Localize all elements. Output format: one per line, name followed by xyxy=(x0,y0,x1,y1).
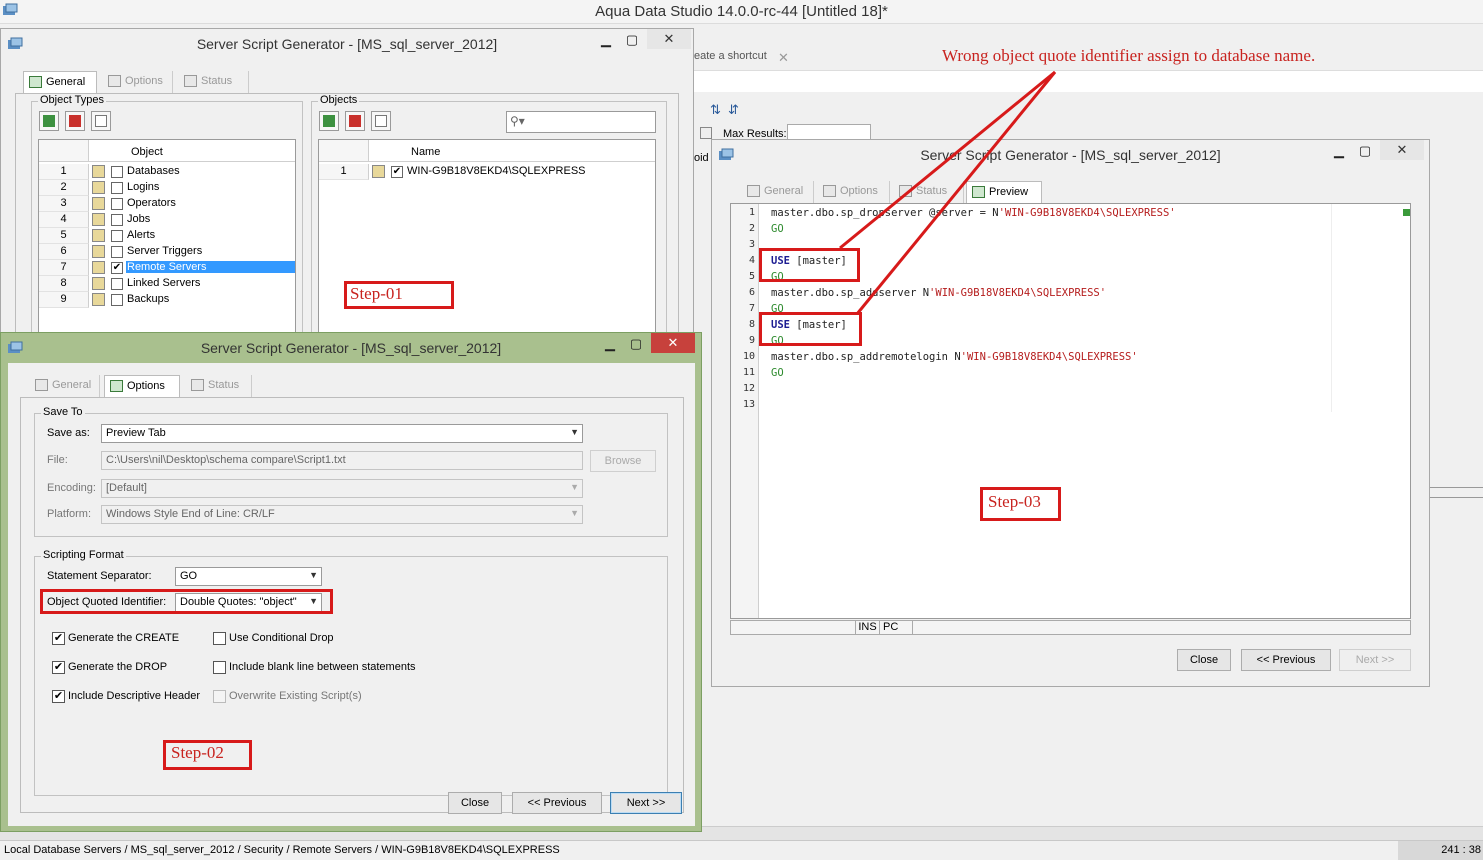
breadcrumb: Local Database Servers / MS_sql_server_2… xyxy=(4,844,560,856)
annotation-arrows xyxy=(839,70,1057,315)
status-bar: Local Database Servers / MS_sql_server_2… xyxy=(0,840,1483,860)
cursor-position: 241 : 38 xyxy=(1398,841,1483,860)
